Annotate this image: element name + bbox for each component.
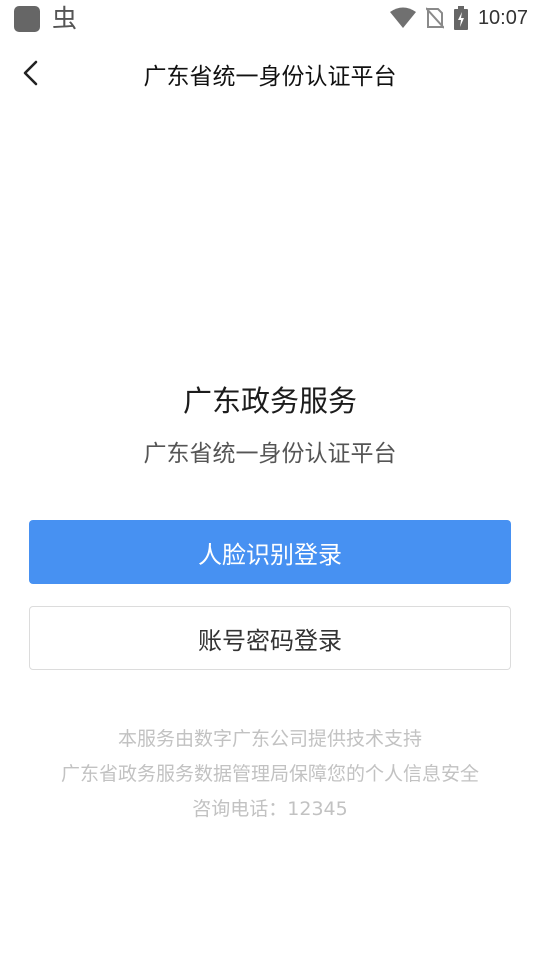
app-icon (14, 6, 40, 32)
status-bar-right: 10:07 (389, 4, 528, 32)
status-bar-left: 虫 (14, 6, 77, 32)
app-header: 广东省统一身份认证平台 (0, 36, 540, 110)
bug-icon: 虫 (52, 4, 78, 33)
status-bar: 虫 10:07 (0, 0, 540, 36)
brand-subtitle: 广东省统一身份认证平台 (143, 441, 397, 467)
face-login-button[interactable]: 人脸识别登录 (29, 520, 511, 584)
footer-info: 本服务由数字广东公司提供技术支持 广东省政务服务数据管理局保障您的个人信息安全 … (0, 722, 540, 827)
page-title: 广东省统一身份认证平台 (143, 64, 397, 90)
battery-charging-icon (453, 6, 468, 30)
footer-support-text: 本服务由数字广东公司提供技术支持 (117, 728, 422, 750)
wifi-icon (389, 7, 416, 28)
status-time: 10:07 (477, 6, 528, 29)
password-login-button[interactable]: 账号密码登录 (29, 606, 511, 670)
brand-title: 广东政务服务 (182, 384, 357, 418)
footer-hotline-text: 咨询电话：12345 (192, 798, 348, 820)
no-sim-icon (425, 7, 444, 29)
footer-privacy-text: 广东省政务服务数据管理局保障您的个人信息安全 (60, 763, 479, 785)
